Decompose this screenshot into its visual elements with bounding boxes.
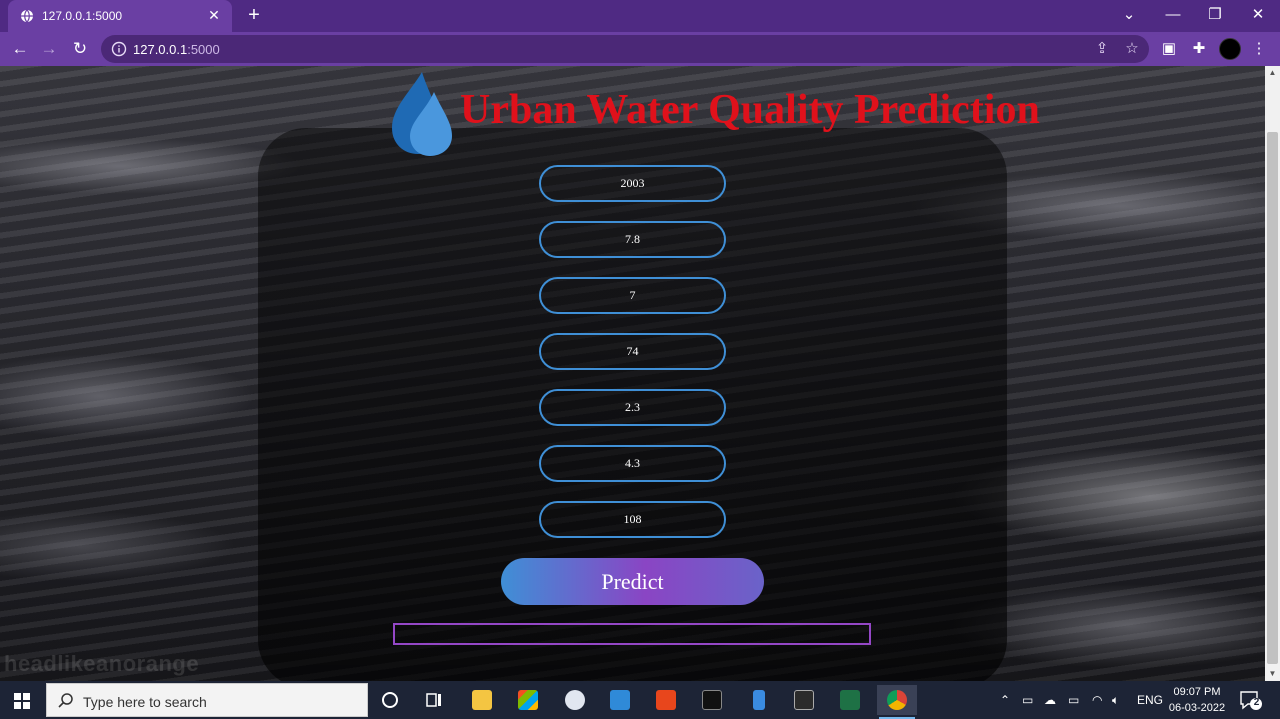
info-icon[interactable] xyxy=(111,41,127,57)
forward-arrow-icon[interactable]: → xyxy=(38,38,60,60)
language-indicator[interactable]: ENG xyxy=(1137,681,1163,719)
input-field-4[interactable] xyxy=(539,333,726,370)
tab-search-chevron-icon[interactable]: ⌄ xyxy=(1116,4,1142,26)
prediction-result-box xyxy=(393,623,871,645)
terminal-icon[interactable] xyxy=(692,685,732,715)
command-prompt-icon[interactable] xyxy=(784,685,824,715)
reading-mode-icon[interactable]: ▣ xyxy=(1160,40,1178,58)
task-view-icon[interactable] xyxy=(414,685,454,715)
outlook-icon[interactable] xyxy=(600,685,640,715)
clock-time: 09:07 PM xyxy=(1173,686,1221,698)
input-field-6[interactable] xyxy=(539,445,726,482)
tab-close-icon[interactable]: ✕ xyxy=(206,7,222,23)
notification-count: 2 xyxy=(1253,697,1260,708)
background-watermark: headlikeanorange xyxy=(4,651,200,676)
bookmark-star-icon[interactable]: ☆ xyxy=(1123,40,1141,58)
scrollbar-thumb[interactable] xyxy=(1267,132,1278,664)
input-field-5[interactable] xyxy=(539,389,726,426)
window-close-button[interactable]: ✕ xyxy=(1245,4,1271,26)
share-icon[interactable]: ⇪ xyxy=(1093,40,1111,58)
microsoft-store-icon[interactable] xyxy=(508,685,548,715)
url-host: 127.0.0.1 xyxy=(133,42,188,57)
wifi-icon[interactable]: ◠ xyxy=(1092,681,1102,719)
profile-avatar[interactable] xyxy=(1219,38,1241,60)
back-arrow-icon[interactable]: ← xyxy=(9,38,31,60)
minimize-button[interactable]: — xyxy=(1160,4,1186,26)
file-explorer-icon[interactable] xyxy=(462,685,502,715)
cortana-icon[interactable] xyxy=(370,685,410,715)
reload-icon[interactable]: ↻ xyxy=(69,38,91,60)
chrome-taskbar-icon[interactable] xyxy=(877,685,917,719)
tab-title: 127.0.0.1:5000 xyxy=(42,9,123,23)
scroll-up-arrow-icon[interactable]: ▲ xyxy=(1265,66,1280,80)
windows-taskbar: Type here to search ⌃ ▭ ☁ ▭ ◠ 🔈︎ ENG 09:… xyxy=(0,681,1280,719)
clock-date: 06-03-2022 xyxy=(1168,702,1226,714)
page-scrollbar[interactable]: ▲ ▼ xyxy=(1265,66,1280,681)
onedrive-cloud-icon[interactable]: ☁ xyxy=(1044,681,1056,719)
url-port: :5000 xyxy=(187,42,220,57)
browser-menu-icon[interactable]: ⋮ xyxy=(1250,40,1268,58)
taskbar-search-box[interactable]: Type here to search xyxy=(46,683,368,717)
phone-link-icon[interactable] xyxy=(739,685,779,715)
extensions-puzzle-icon[interactable]: ✚ xyxy=(1190,40,1208,58)
page-viewport: headlikeanorange Urban Water Quality Pre… xyxy=(0,66,1265,681)
browser-tab[interactable]: 127.0.0.1:5000 ✕ xyxy=(8,0,232,32)
scroll-down-arrow-icon[interactable]: ▼ xyxy=(1265,667,1280,681)
excel-icon[interactable] xyxy=(830,685,870,715)
search-placeholder: Type here to search xyxy=(83,694,207,710)
browser-tab-bar: 127.0.0.1:5000 ✕ + ⌄ — ❐ ✕ xyxy=(0,0,1280,32)
input-field-7[interactable] xyxy=(539,501,726,538)
page-title: Urban Water Quality Prediction xyxy=(460,87,1040,133)
input-field-2[interactable] xyxy=(539,221,726,258)
snipping-tool-icon[interactable] xyxy=(555,685,595,715)
url-text: 127.0.0.1:5000 xyxy=(133,42,220,57)
taskbar-clock[interactable]: 09:07 PM 06-03-2022 xyxy=(1166,684,1228,716)
windows-start-icon[interactable] xyxy=(0,681,44,719)
tray-overflow-chevron-icon[interactable]: ⌃ xyxy=(1000,681,1010,719)
browser-toolbar: ← → ↻ 127.0.0.1:5000 ⇪ ☆ ▣ ✚ ⋮ xyxy=(0,32,1280,66)
address-bar[interactable]: 127.0.0.1:5000 ⇪ ☆ xyxy=(101,35,1149,63)
meet-now-icon[interactable]: ▭ xyxy=(1022,681,1033,719)
input-field-3[interactable] xyxy=(539,277,726,314)
input-field-1[interactable] xyxy=(539,165,726,202)
predict-button[interactable]: Predict xyxy=(501,558,764,605)
restore-button[interactable]: ❐ xyxy=(1202,4,1228,26)
office-icon[interactable] xyxy=(646,685,686,715)
search-icon xyxy=(58,693,73,708)
battery-icon[interactable]: ▭ xyxy=(1068,681,1079,719)
globe-icon xyxy=(21,9,33,23)
volume-icon[interactable]: 🔈︎ xyxy=(1112,681,1119,719)
new-tab-button[interactable]: + xyxy=(243,4,265,26)
water-drop-logo-icon xyxy=(392,72,452,156)
notification-center-icon[interactable]: 2 xyxy=(1238,689,1262,711)
